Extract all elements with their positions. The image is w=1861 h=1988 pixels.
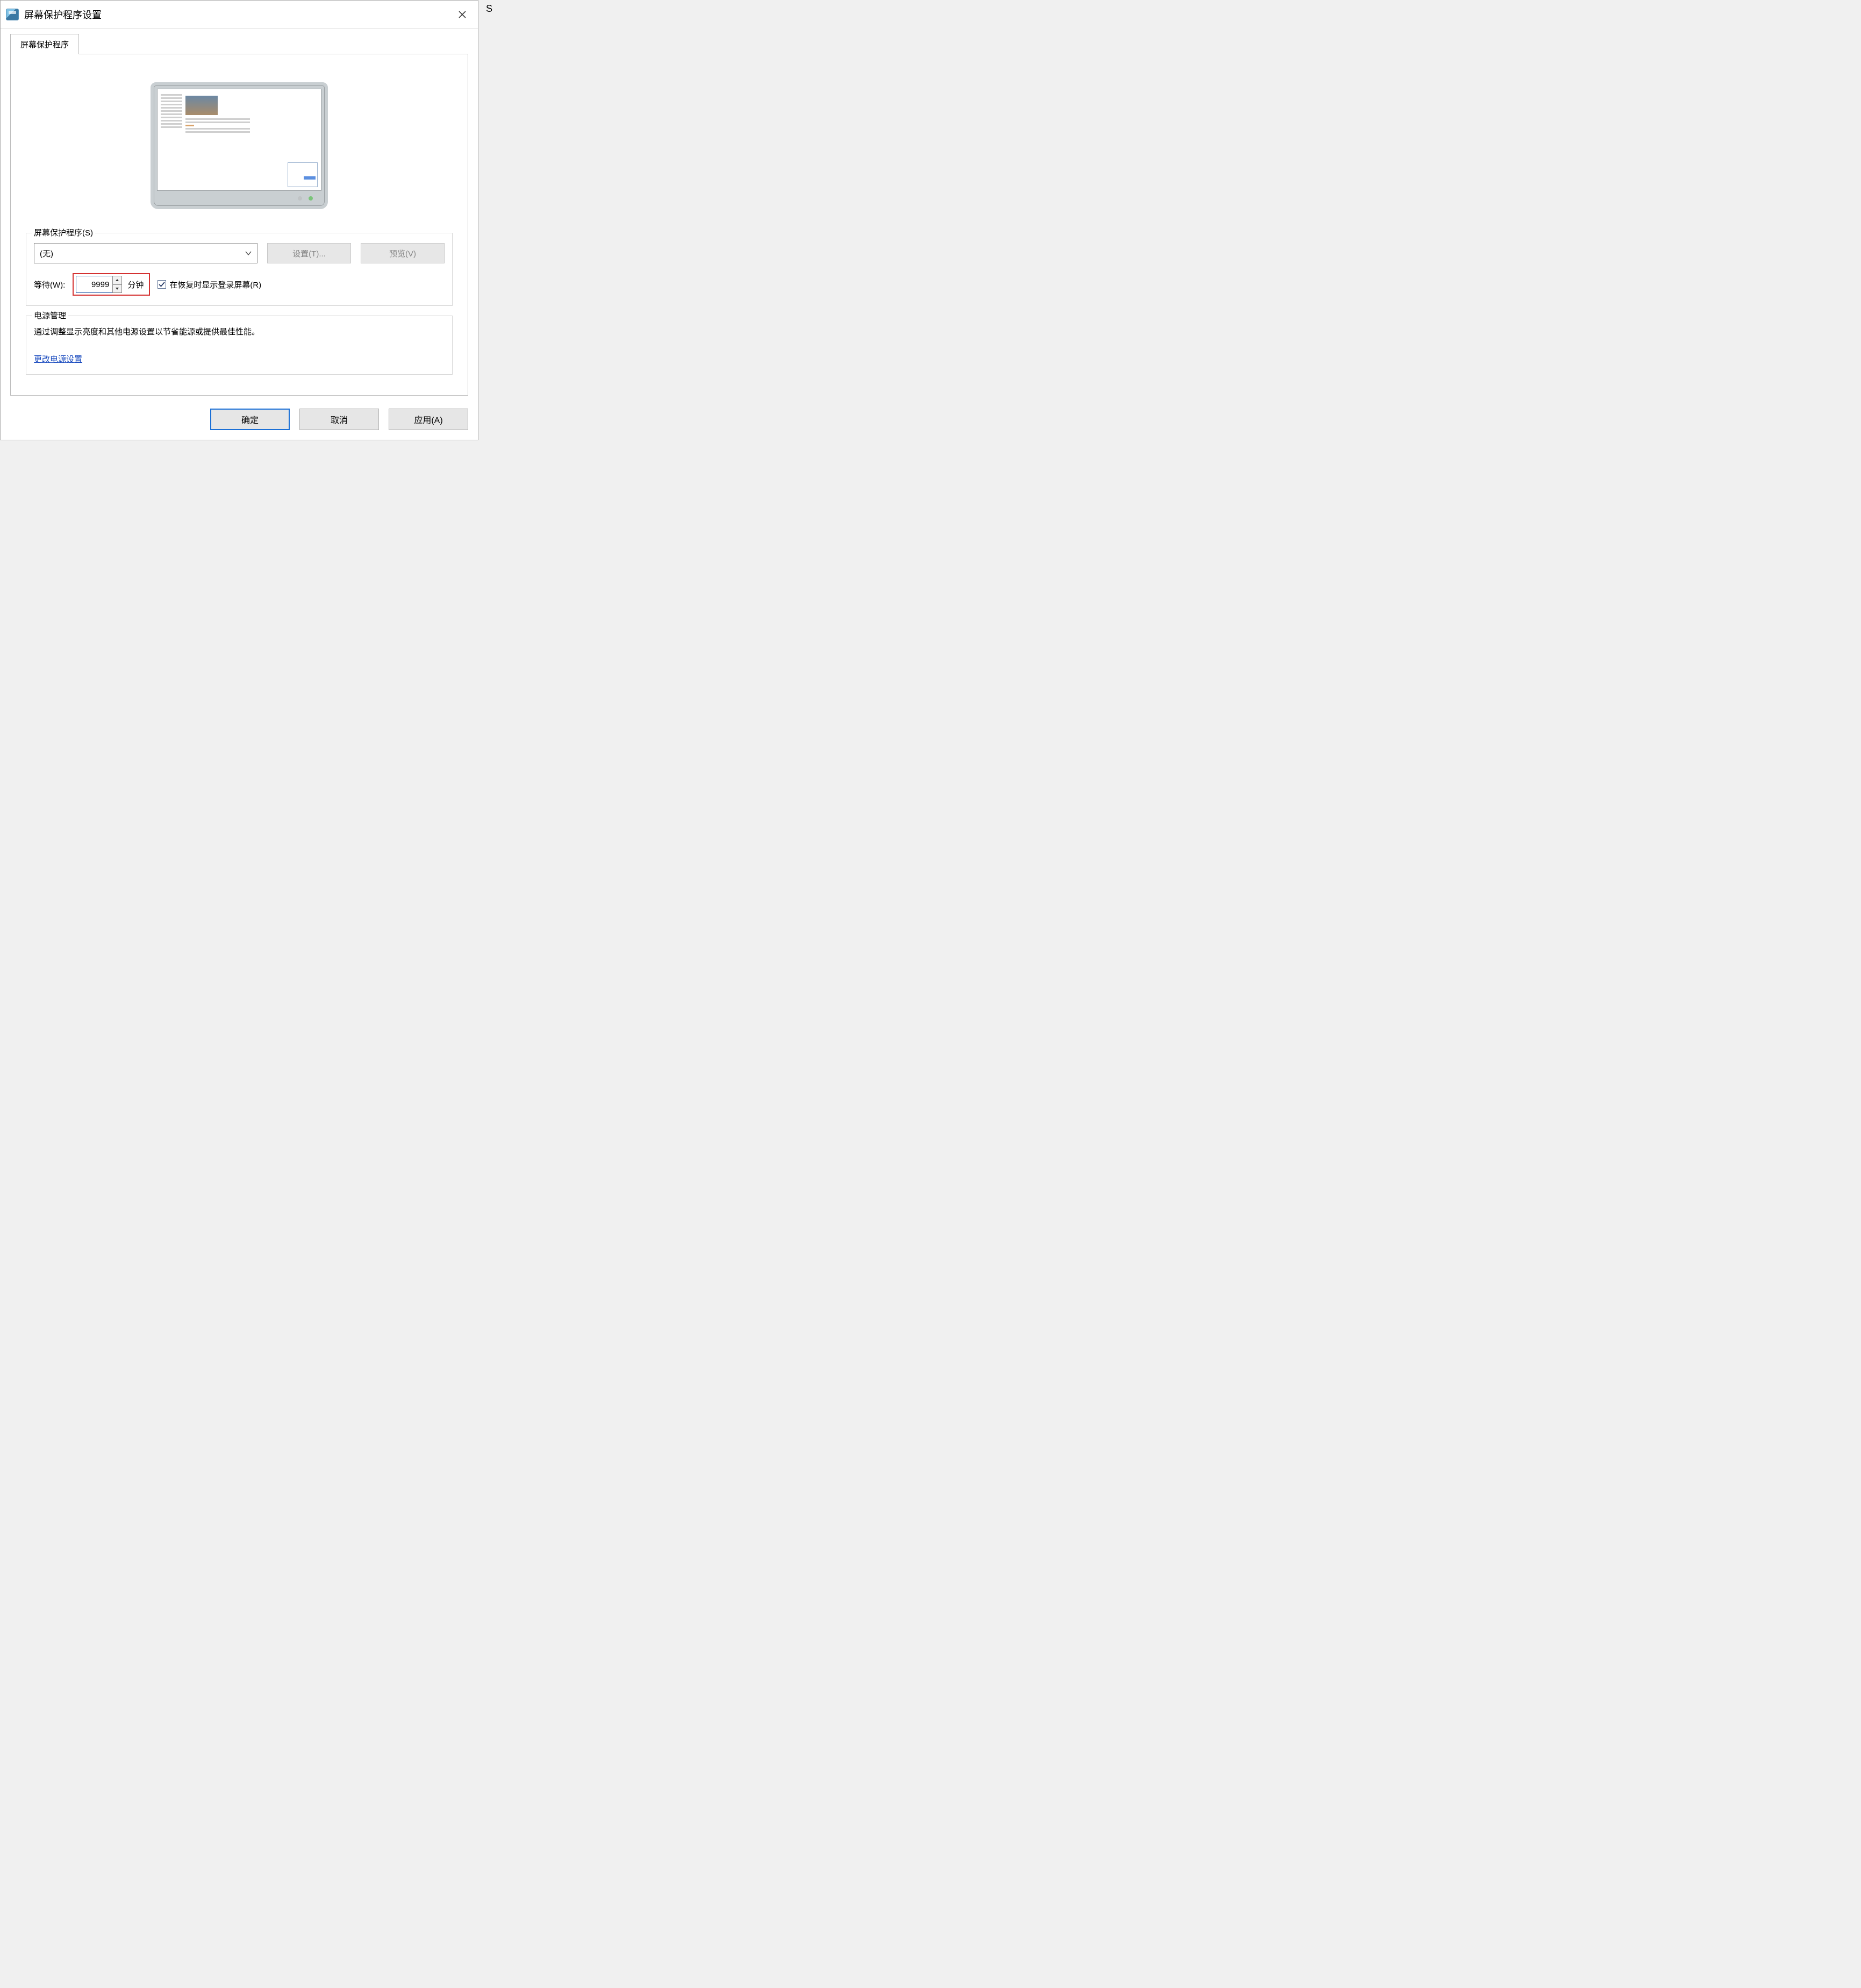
wait-spin-up[interactable] xyxy=(112,276,122,285)
screensaver-fieldset: 屏幕保护程序(S) (无) 设置(T)... 预览(V) 等待(W): xyxy=(26,233,453,306)
triangle-up-icon xyxy=(115,278,119,282)
tab-filler xyxy=(79,34,468,54)
screensaver-combo[interactable]: (无) xyxy=(34,243,257,263)
settings-button[interactable]: 设置(T)... xyxy=(267,243,351,263)
preview-area xyxy=(26,67,453,233)
app-icon xyxy=(6,9,19,20)
power-legend: 电源管理 xyxy=(32,310,68,321)
screensaver-legend: 屏幕保护程序(S) xyxy=(32,227,95,238)
cancel-button[interactable]: 取消 xyxy=(299,409,379,430)
screen-preview xyxy=(157,89,321,191)
dialog-window: 屏幕保护程序设置 屏幕保护程序 xyxy=(0,0,478,440)
check-icon xyxy=(159,281,165,288)
ok-button[interactable]: 确定 xyxy=(210,409,290,430)
chevron-down-icon xyxy=(245,250,252,256)
power-desc: 通过调整显示亮度和其他电源设置以节省能源或提供最佳性能。 xyxy=(34,326,445,337)
monitor-preview xyxy=(151,82,328,209)
dialog-buttons: 确定 取消 应用(A) xyxy=(1,402,478,440)
window-title: 屏幕保护程序设置 xyxy=(24,8,102,22)
tab-content: 屏幕保护程序(S) (无) 设置(T)... 预览(V) 等待(W): xyxy=(10,54,468,396)
stray-char: S xyxy=(486,3,492,15)
wait-input[interactable] xyxy=(76,276,112,293)
resume-login-label: 在恢复时显示登录屏幕(R) xyxy=(169,279,261,290)
preview-button[interactable]: 预览(V) xyxy=(361,243,445,263)
apply-button[interactable]: 应用(A) xyxy=(389,409,468,430)
close-button[interactable] xyxy=(450,2,475,27)
tab-screensaver[interactable]: 屏幕保护程序 xyxy=(10,34,79,54)
close-icon xyxy=(458,10,467,19)
power-settings-link[interactable]: 更改电源设置 xyxy=(34,353,82,364)
tabbar: 屏幕保护程序 xyxy=(4,28,475,54)
checkbox-box xyxy=(158,280,166,289)
wait-spin-down[interactable] xyxy=(112,285,122,294)
power-fieldset: 电源管理 通过调整显示亮度和其他电源设置以节省能源或提供最佳性能。 更改电源设置 xyxy=(26,316,453,375)
titlebar: 屏幕保护程序设置 xyxy=(1,1,478,28)
triangle-down-icon xyxy=(115,287,119,291)
resume-login-checkbox[interactable]: 在恢复时显示登录屏幕(R) xyxy=(158,279,261,290)
screensaver-selected: (无) xyxy=(40,248,53,259)
minutes-label: 分钟 xyxy=(127,279,144,290)
wait-highlight: 分钟 xyxy=(73,273,150,296)
wait-label: 等待(W): xyxy=(34,279,65,290)
wait-spinner[interactable] xyxy=(76,276,122,293)
